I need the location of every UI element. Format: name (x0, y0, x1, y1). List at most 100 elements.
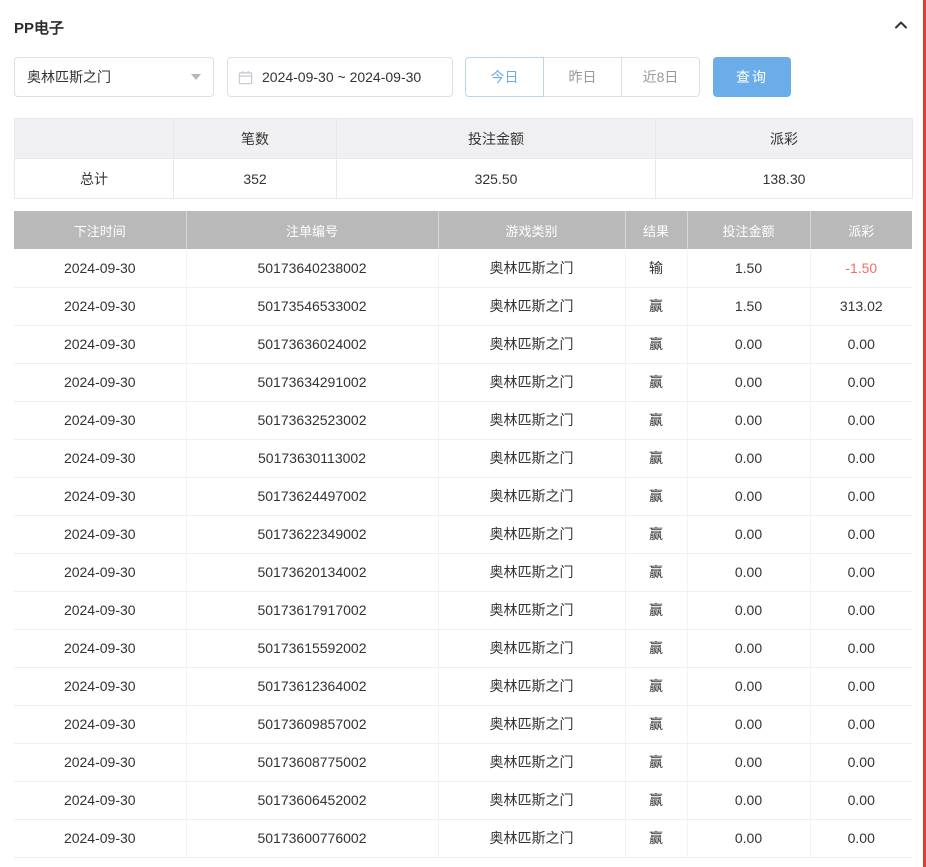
cell-payout: 0.00 (810, 515, 912, 553)
summary-header-bet-amount: 投注金额 (337, 119, 656, 159)
summary-count-value: 352 (174, 159, 337, 199)
cell-bet-amount: 1.50 (687, 287, 810, 325)
table-row: 2024-09-3050173612364002奥林匹斯之门赢0.000.00 (14, 667, 912, 705)
cell-result: 赢 (625, 819, 687, 857)
summary-header-payout: 派彩 (656, 119, 913, 159)
cell-game-type: 奥林匹斯之门 (438, 705, 625, 743)
cell-game-type: 奥林匹斯之门 (438, 591, 625, 629)
cell-bet-time: 2024-09-30 (14, 515, 186, 553)
cell-order-id: 50173612364002 (186, 667, 438, 705)
report-panel: PP电子 奥林匹斯之门 (0, 0, 926, 867)
cell-bet-amount: 0.00 (687, 325, 810, 363)
cell-bet-time: 2024-09-30 (14, 591, 186, 629)
cell-bet-amount: 0.00 (687, 515, 810, 553)
col-header-bet-time: 下注时间 (14, 211, 186, 249)
cell-game-type: 奥林匹斯之门 (438, 667, 625, 705)
cell-order-id: 50173617917002 (186, 591, 438, 629)
cell-payout: 0.00 (810, 591, 912, 629)
cell-game-type: 奥林匹斯之门 (438, 363, 625, 401)
cell-order-id: 50173622349002 (186, 515, 438, 553)
table-row: 2024-09-3050173546533002奥林匹斯之门赢1.50313.0… (14, 287, 912, 325)
cell-order-id: 50173620134002 (186, 553, 438, 591)
cell-game-type: 奥林匹斯之门 (438, 325, 625, 363)
summary-table: 笔数 投注金额 派彩 总计 352 325.50 138.30 (14, 118, 913, 199)
col-header-game-type: 游戏类别 (438, 211, 625, 249)
cell-game-type: 奥林匹斯之门 (438, 401, 625, 439)
table-row: 2024-09-3050173600776002奥林匹斯之门赢0.000.00 (14, 819, 912, 857)
cell-game-type: 奥林匹斯之门 (438, 249, 625, 287)
cell-bet-time: 2024-09-30 (14, 401, 186, 439)
cell-result: 赢 (625, 287, 687, 325)
cell-order-id: 50173632523002 (186, 401, 438, 439)
cell-result: 赢 (625, 629, 687, 667)
table-row: 2024-09-3050173608775002奥林匹斯之门赢0.000.00 (14, 743, 912, 781)
cell-bet-time: 2024-09-30 (14, 819, 186, 857)
chevron-down-icon (191, 74, 201, 80)
cell-game-type: 奥林匹斯之门 (438, 477, 625, 515)
cell-bet-time: 2024-09-30 (14, 553, 186, 591)
bet-table-header-row: 下注时间 注单编号 游戏类别 结果 投注金额 派彩 (14, 211, 912, 249)
cell-order-id: 50173615592002 (186, 629, 438, 667)
cell-result: 赢 (625, 553, 687, 591)
cell-payout: 0.00 (810, 439, 912, 477)
cell-result: 赢 (625, 439, 687, 477)
cell-bet-time: 2024-09-30 (14, 477, 186, 515)
cell-bet-time: 2024-09-30 (14, 781, 186, 819)
cell-bet-time: 2024-09-30 (14, 325, 186, 363)
table-row: 2024-09-3050173620134002奥林匹斯之门赢0.000.00 (14, 553, 912, 591)
cell-payout: 0.00 (810, 667, 912, 705)
cell-result: 赢 (625, 591, 687, 629)
cell-result: 赢 (625, 743, 687, 781)
chevron-up-icon (892, 16, 910, 39)
collapse-panel-button[interactable] (890, 16, 912, 38)
today-button[interactable]: 今日 (465, 57, 544, 97)
calendar-icon (238, 70, 253, 85)
cell-payout: 0.00 (810, 629, 912, 667)
col-header-payout: 派彩 (810, 211, 912, 249)
cell-payout: 0.00 (810, 401, 912, 439)
bet-table-body: 2024-09-3050173640238002奥林匹斯之门输1.50-1.50… (14, 249, 912, 857)
cell-bet-amount: 0.00 (687, 743, 810, 781)
cell-result: 赢 (625, 477, 687, 515)
table-row: 2024-09-3050173606452002奥林匹斯之门赢0.000.00 (14, 781, 912, 819)
cell-result: 赢 (625, 667, 687, 705)
cell-payout: 0.00 (810, 705, 912, 743)
date-range-value: 2024-09-30 ~ 2024-09-30 (262, 69, 421, 85)
col-header-bet-amount: 投注金额 (687, 211, 810, 249)
cell-bet-amount: 0.00 (687, 667, 810, 705)
cell-payout: 0.00 (810, 781, 912, 819)
cell-bet-amount: 0.00 (687, 553, 810, 591)
game-select-value: 奥林匹斯之门 (27, 67, 111, 87)
cell-result: 赢 (625, 401, 687, 439)
cell-order-id: 50173634291002 (186, 363, 438, 401)
cell-order-id: 50173624497002 (186, 477, 438, 515)
game-select[interactable]: 奥林匹斯之门 (14, 57, 214, 97)
cell-payout: 0.00 (810, 553, 912, 591)
last-8-days-button[interactable]: 近8日 (621, 57, 700, 97)
filter-bar: 奥林匹斯之门 2024-09-30 ~ 2024-09-30 今日 昨日 (14, 57, 912, 97)
cell-bet-amount: 0.00 (687, 401, 810, 439)
cell-game-type: 奥林匹斯之门 (438, 819, 625, 857)
table-row: 2024-09-3050173634291002奥林匹斯之门赢0.000.00 (14, 363, 912, 401)
cell-bet-amount: 1.50 (687, 249, 810, 287)
cell-game-type: 奥林匹斯之门 (438, 515, 625, 553)
summary-payout-value: 138.30 (656, 159, 913, 199)
cell-payout: -1.50 (810, 249, 912, 287)
cell-order-id: 50173609857002 (186, 705, 438, 743)
table-row: 2024-09-3050173632523002奥林匹斯之门赢0.000.00 (14, 401, 912, 439)
cell-order-id: 50173640238002 (186, 249, 438, 287)
table-row: 2024-09-3050173624497002奥林匹斯之门赢0.000.00 (14, 477, 912, 515)
cell-order-id: 50173636024002 (186, 325, 438, 363)
yesterday-button[interactable]: 昨日 (543, 57, 622, 97)
cell-bet-time: 2024-09-30 (14, 705, 186, 743)
cell-bet-time: 2024-09-30 (14, 287, 186, 325)
cell-result: 赢 (625, 325, 687, 363)
cell-game-type: 奥林匹斯之门 (438, 553, 625, 591)
summary-header-row: 笔数 投注金额 派彩 (15, 119, 913, 159)
summary-header-count: 笔数 (174, 119, 337, 159)
panel-header: PP电子 (14, 0, 912, 54)
search-button[interactable]: 查询 (713, 57, 791, 97)
date-range-input[interactable]: 2024-09-30 ~ 2024-09-30 (227, 57, 453, 97)
table-row: 2024-09-3050173609857002奥林匹斯之门赢0.000.00 (14, 705, 912, 743)
summary-bet-amount-value: 325.50 (337, 159, 656, 199)
